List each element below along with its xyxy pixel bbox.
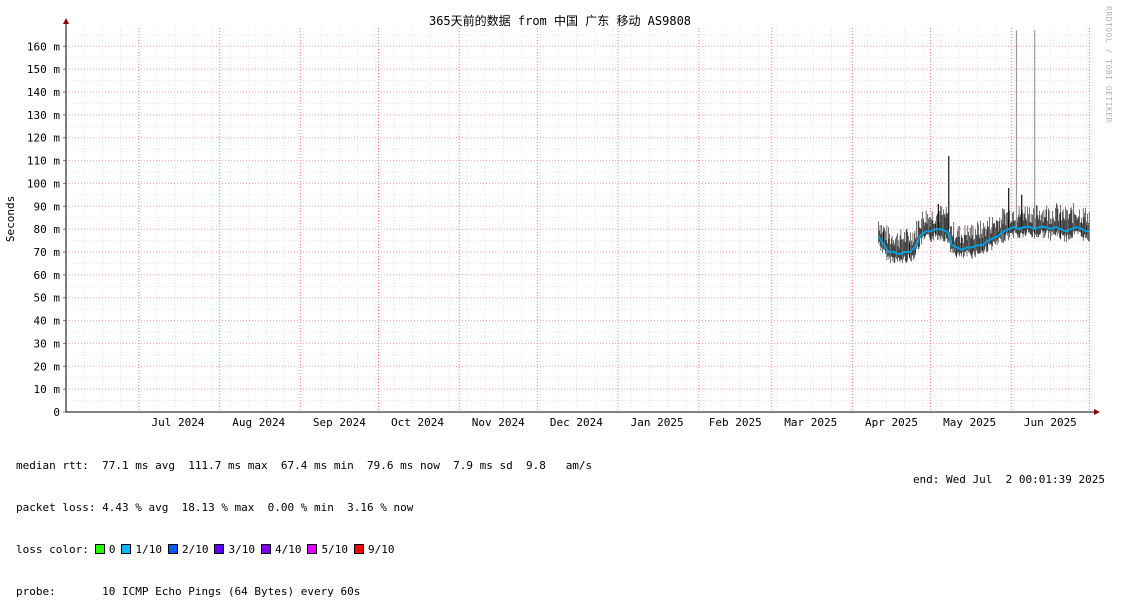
loss-color-row: loss color: 0 1/10 2/10 3/10 4/10 5/10 9/10 bbox=[16, 543, 592, 557]
x-tick-label: Feb 2025 bbox=[709, 416, 762, 429]
y-tick-label: 0 bbox=[53, 406, 60, 419]
loss-color-swatch-label: 9/10 bbox=[367, 543, 395, 556]
y-tick-label: 90 m bbox=[34, 200, 61, 213]
loss-label: packet loss: bbox=[16, 501, 96, 514]
x-tick-label: Aug 2024 bbox=[232, 416, 285, 429]
loss-color-swatch-label: 0 bbox=[108, 543, 116, 556]
y-tick-label: 80 m bbox=[34, 223, 61, 236]
latency-chart: 0 10 m 20 m 30 m 40 m 50 m 60 m 70 m 80 m 90 m 100… bbox=[4, 13, 1100, 429]
loss-values: 4.43 % avg 18.13 % max 0.00 % min 3.16 %… bbox=[102, 501, 414, 514]
x-tick-label: Oct 2024 bbox=[391, 416, 444, 429]
y-axis-label: Seconds bbox=[4, 196, 17, 242]
loss-color-swatch bbox=[353, 544, 364, 554]
x-tick-label: Nov 2024 bbox=[472, 416, 525, 429]
y-tick-label: 120 m bbox=[27, 132, 60, 145]
loss-color-label: loss color: bbox=[16, 543, 89, 556]
loss-color-swatch-label: 3/10 bbox=[228, 543, 255, 556]
y-tick-label: 150 m bbox=[27, 63, 60, 76]
x-tick-label: Mar 2025 bbox=[784, 416, 837, 429]
loss-color-swatch bbox=[260, 544, 271, 554]
probe-label: probe: bbox=[16, 585, 56, 598]
end-timestamp: end: Wed Jul 2 00:01:39 2025 bbox=[912, 473, 1105, 486]
series-latency bbox=[877, 30, 1090, 264]
x-tick-label: Dec 2024 bbox=[550, 416, 603, 429]
x-tick-label: Jul 2024 bbox=[151, 416, 204, 429]
x-axis-ticks: Jul 2024 Aug 2024 Sep 2024 Oct 2024 Nov 2024… bbox=[151, 416, 1076, 429]
y-tick-label: 110 m bbox=[27, 155, 60, 168]
loss-color-swatch bbox=[94, 544, 105, 554]
x-tick-label: Jun 2025 bbox=[1024, 416, 1077, 429]
loss-color-swatch-label: 1/10 bbox=[135, 543, 162, 556]
loss-color-swatch bbox=[214, 544, 225, 554]
y-axis-ticks: 0 10 m 20 m 30 m 40 m 50 m 60 m 70 m 80 m 90 m 100… bbox=[27, 40, 66, 419]
x-tick-label: Jan 2025 bbox=[631, 416, 684, 429]
loss-color-swatch bbox=[167, 544, 178, 554]
loss-color-swatches: 0 1/10 2/10 3/10 4/10 5/10 9/10 bbox=[89, 543, 395, 556]
y-tick-label: 50 m bbox=[34, 292, 61, 305]
y-tick-label: 60 m bbox=[34, 269, 61, 282]
loss-color-swatch-label: 2/10 bbox=[181, 543, 209, 556]
median-row: median rtt: 77.1 ms avg 111.7 ms max 67.… bbox=[16, 459, 592, 473]
loss-color-swatch bbox=[307, 544, 318, 554]
loss-row: packet loss: 4.43 % avg 18.13 % max 0.00… bbox=[16, 501, 592, 515]
y-tick-label: 70 m bbox=[34, 246, 61, 259]
loss-color-swatch-label: 5/10 bbox=[321, 543, 348, 556]
x-tick-label: Sep 2024 bbox=[313, 416, 366, 429]
y-tick-label: 130 m bbox=[27, 109, 60, 122]
loss-color-swatch bbox=[121, 544, 132, 554]
median-label: median rtt: bbox=[16, 459, 89, 472]
y-axis-arrow bbox=[63, 18, 69, 24]
y-tick-label: 20 m bbox=[34, 360, 61, 373]
legend: median rtt: 77.1 ms avg 111.7 ms max 67.… bbox=[16, 431, 592, 613]
y-tick-label: 30 m bbox=[34, 337, 61, 350]
x-tick-label: May 2025 bbox=[943, 416, 996, 429]
loss-color-swatch-label: 4/10 bbox=[274, 543, 302, 556]
watermark: RRDTOOL / TOBI OETIKER bbox=[1104, 6, 1113, 123]
x-tick-label: Apr 2025 bbox=[865, 416, 918, 429]
y-tick-label: 40 m bbox=[34, 315, 61, 328]
x-axis-arrow bbox=[1094, 409, 1100, 415]
probe-values: 10 ICMP Echo Pings (64 Bytes) every 60s bbox=[102, 585, 361, 598]
median-values: 77.1 ms avg 111.7 ms max 67.4 ms min 79.… bbox=[102, 459, 593, 472]
y-tick-label: 140 m bbox=[27, 86, 60, 99]
y-tick-label: 100 m bbox=[27, 177, 60, 190]
y-tick-label: 160 m bbox=[27, 40, 60, 53]
probe-row: probe: 10 ICMP Echo Pings (64 Bytes) eve… bbox=[16, 585, 592, 599]
chart-title: 365天前的数据 from 中国 广东 移动 AS9808 bbox=[429, 13, 691, 28]
y-tick-label: 10 m bbox=[34, 383, 61, 396]
